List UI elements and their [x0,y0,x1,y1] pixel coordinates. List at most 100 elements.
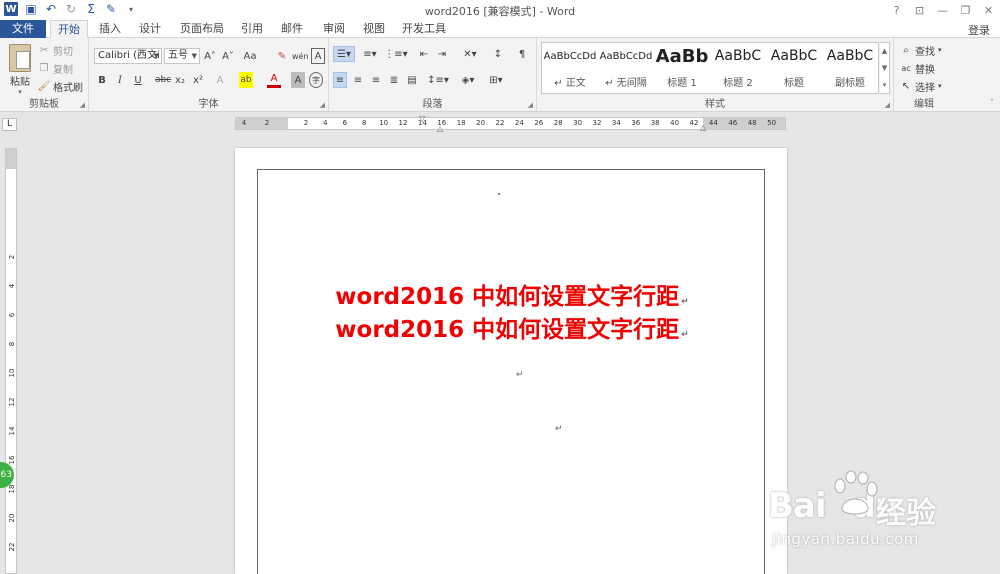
find-button[interactable]: ⌕ 查找 ▾ [900,42,941,58]
clear-formatting-icon[interactable]: ✎ [275,48,289,64]
justify-icon[interactable]: ≣ [387,72,401,88]
character-border-icon[interactable]: A [311,48,325,64]
ruler-top-margin [6,149,16,169]
align-right-icon[interactable]: ≡ [369,72,383,88]
vertical-ruler[interactable]: 2 4 6 8 10 12 14 16 18 20 22 [5,148,17,574]
tab-mailings[interactable]: 邮件 [276,20,308,38]
enclose-characters-icon[interactable]: 字 [309,72,323,88]
tab-developer[interactable]: 开发工具 [398,20,450,38]
grow-font-icon[interactable]: A˄ [203,48,217,64]
replace-label: 替换 [915,64,935,76]
replace-button[interactable]: ac 替换 [900,60,935,76]
chevron-down-icon[interactable]: ▼ [882,64,887,72]
chevron-up-icon[interactable]: ▲ [882,47,887,55]
style-heading-1[interactable]: AaBb 标题 1 [654,43,710,93]
style-title[interactable]: AaBbC 标题 [766,43,822,93]
underline-button[interactable]: U [131,72,145,88]
tab-home[interactable]: 开始 [50,20,88,38]
chinese-layout-icon[interactable]: ✕▾ [459,46,481,62]
scissors-icon: ✂ [39,44,49,56]
borders-icon[interactable]: ⊞▾ [485,72,507,88]
font-size-combo[interactable]: 五号 ▼ [164,48,200,64]
bold-button[interactable]: B [95,72,109,88]
ruler-tick-label: 32 [592,119,602,127]
style-subtitle[interactable]: AaBbC 副标题 [822,43,878,93]
subscript-button[interactable]: x₂ [173,72,187,88]
format-painter-button[interactable]: 🖌 格式刷 [38,78,83,94]
watermark-url: jingyan.baidu.com [772,530,919,548]
strikethrough-button[interactable]: abc [155,72,171,88]
tab-file[interactable]: 文件 [0,20,46,38]
ruler-tick-label: 50 [767,119,777,127]
ribbon-display-icon[interactable]: ⊡ [908,0,931,20]
select-button[interactable]: ↖ 选择 ▾ [900,78,942,94]
styles-gallery-scroll[interactable]: ▲ ▼ ▾ [880,42,890,94]
paste-button[interactable]: 粘贴 ▾ [6,44,34,96]
help-icon[interactable]: ? [885,0,908,20]
text-box[interactable]: word2016 中如何设置文字行距 ↵ word2016 中如何设置文字行距 ↵ … [257,169,765,574]
tab-selector[interactable]: L [2,118,17,131]
collapse-ribbon-icon[interactable]: ˄ [990,98,994,107]
login-link[interactable]: 登录 [968,22,990,38]
document-page[interactable]: word2016 中如何设置文字行距 ↵ word2016 中如何设置文字行距 ↵ … [235,148,787,574]
horizontal-ruler[interactable]: 4 2 2 4 6 8 10 12 14 16 18 20 22 24 26 28 30 32 34 36 38 40 42… [235,114,786,133]
distributed-icon[interactable]: ▤ [405,72,419,88]
character-shading-icon[interactable]: A [291,72,305,88]
right-indent-marker[interactable]: △ [700,123,706,132]
line-spacing-icon[interactable]: ↕≡▾ [427,72,449,88]
style-sample: AaBbC [714,48,762,64]
clipboard-launcher-icon[interactable]: ◢ [80,101,85,109]
ruler-tick-label: 20 [8,513,16,523]
italic-button[interactable]: I [113,72,127,88]
ruler-tick-label: 12 [8,397,16,407]
cut-button[interactable]: ✂ 剪切 [38,42,73,58]
tab-design[interactable]: 设计 [134,20,166,38]
multilevel-list-icon[interactable]: ⋮≡▾ [384,46,407,62]
font-launcher-icon[interactable]: ◢ [320,101,325,109]
tab-view[interactable]: 视图 [358,20,390,38]
paste-icon [9,44,31,72]
tab-references[interactable]: 引用 [236,20,268,38]
styles-launcher-icon[interactable]: ◢ [885,101,890,109]
increase-indent-icon[interactable]: ⇥ [435,46,449,62]
phonetic-guide-icon[interactable]: wén [292,48,309,64]
change-case-icon[interactable]: Aa [243,48,257,64]
shrink-font-icon[interactable]: A˅ [221,48,235,64]
tab-layout[interactable]: 页面布局 [176,20,228,38]
close-icon[interactable]: ✕ [977,0,1000,20]
editing-group-label: 编辑 [914,99,934,110]
restore-icon[interactable]: ❐ [954,0,977,20]
paragraph-group-label: 段落 [422,99,443,110]
shading-icon[interactable]: ◈▾ [457,72,479,88]
style-normal[interactable]: AaBbCcDd ↵ 正文 [542,43,598,93]
font-color-icon[interactable]: A [267,72,281,88]
paragraph-launcher-icon[interactable]: ◢ [528,101,533,109]
ruler-tick-label: 40 [670,119,680,127]
show-marks-icon[interactable]: ¶ [515,46,529,62]
style-heading-2[interactable]: AaBbC 标题 2 [710,43,766,93]
heading-line-2: word2016 中如何设置文字行距 ↵ [258,310,766,344]
tab-insert[interactable]: 插入 [94,20,126,38]
copy-button[interactable]: ❐ 复制 [38,60,73,76]
ribbon-tabs: 文件 开始 插入 设计 页面布局 引用 邮件 审阅 视图 开发工具 [0,20,1000,38]
highlight-icon[interactable]: ab [239,72,253,88]
tab-review[interactable]: 审阅 [318,20,350,38]
font-name-combo[interactable]: Calibri (西文i ▼ [94,48,162,64]
align-left-icon[interactable]: ≡ [333,72,347,88]
align-center-icon[interactable]: ≡ [351,72,365,88]
gallery-more-icon[interactable]: ▾ [883,81,887,89]
paintbrush-icon: 🖌 [37,80,51,92]
paragraph-mark: ↵ [681,297,689,307]
bullets-icon[interactable]: ☰▾ [333,46,355,62]
left-indent-marker[interactable]: △ [437,124,443,133]
text-effects-icon[interactable]: A [213,72,227,88]
style-no-spacing[interactable]: AaBbCcDd ↵ 无间隔 [598,43,654,93]
minimize-icon[interactable]: — [931,0,954,20]
styles-gallery: AaBbCcDd ↵ 正文 AaBbCcDd ↵ 无间隔 AaBb 标题 1 A… [541,42,879,94]
superscript-button[interactable]: x² [191,72,205,88]
first-line-indent-marker[interactable]: ▽ [419,114,425,123]
decrease-indent-icon[interactable]: ⇤ [417,46,431,62]
numbering-icon[interactable]: ≡▾ [359,46,381,62]
clipboard-group-label: 剪贴板 [29,99,59,110]
sort-icon[interactable]: ↕ [491,46,505,62]
